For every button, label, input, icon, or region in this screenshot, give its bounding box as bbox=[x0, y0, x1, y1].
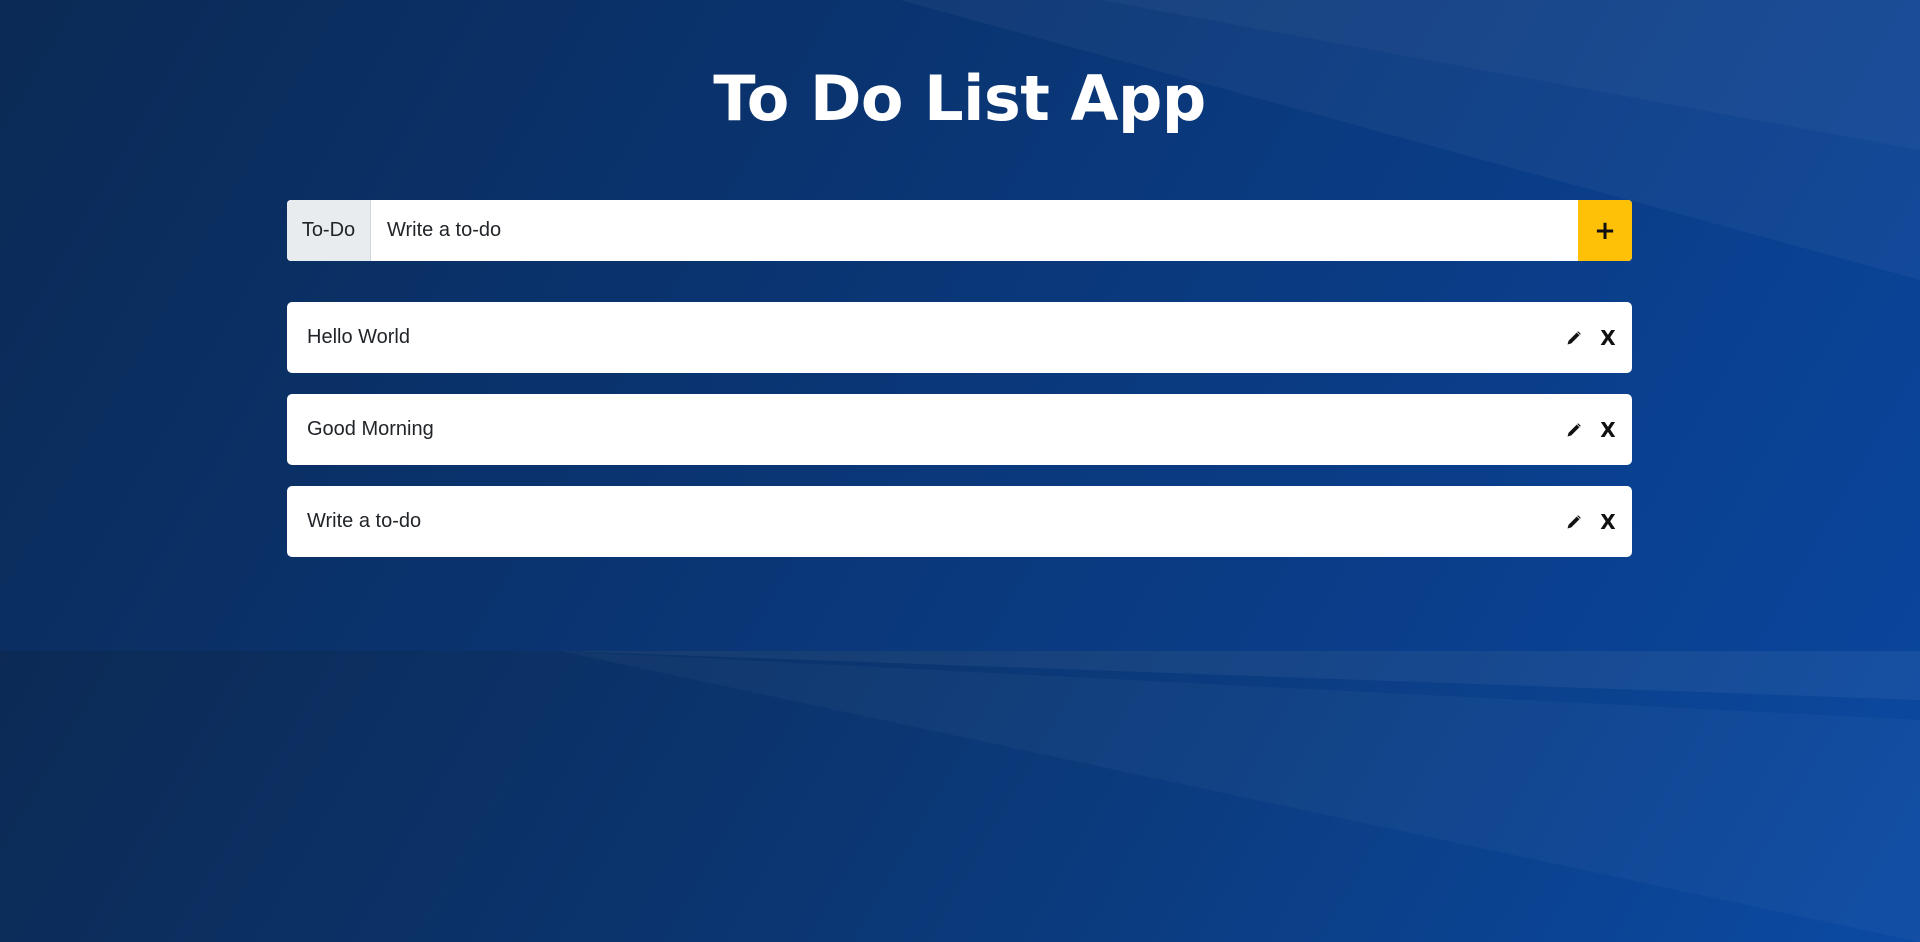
todo-list: Hello World X Good Morning X Write a to-… bbox=[287, 302, 1632, 578]
todo-item: Good Morning X bbox=[287, 394, 1632, 465]
todo-input-prefix: To-Do bbox=[287, 200, 371, 261]
delete-todo-button[interactable]: X bbox=[1596, 418, 1620, 442]
todo-item: Write a to-do X bbox=[287, 486, 1632, 557]
pencil-icon bbox=[1567, 514, 1581, 528]
edit-todo-button[interactable] bbox=[1562, 326, 1586, 350]
page-title: To Do List App bbox=[713, 62, 1206, 135]
delete-todo-button[interactable]: X bbox=[1596, 326, 1620, 350]
edit-todo-button[interactable] bbox=[1562, 418, 1586, 442]
todo-text: Good Morning bbox=[307, 418, 434, 440]
add-todo-form: To-Do + bbox=[287, 200, 1632, 261]
delete-todo-button[interactable]: X bbox=[1596, 510, 1620, 534]
pencil-icon bbox=[1567, 330, 1581, 344]
todo-text: Hello World bbox=[307, 326, 410, 348]
add-todo-button[interactable]: + bbox=[1578, 200, 1632, 261]
edit-todo-button[interactable] bbox=[1562, 510, 1586, 534]
pencil-icon bbox=[1567, 422, 1581, 436]
todo-text: Write a to-do bbox=[307, 510, 422, 532]
todo-item: Hello World X bbox=[287, 302, 1632, 373]
todo-input[interactable] bbox=[371, 200, 1578, 261]
